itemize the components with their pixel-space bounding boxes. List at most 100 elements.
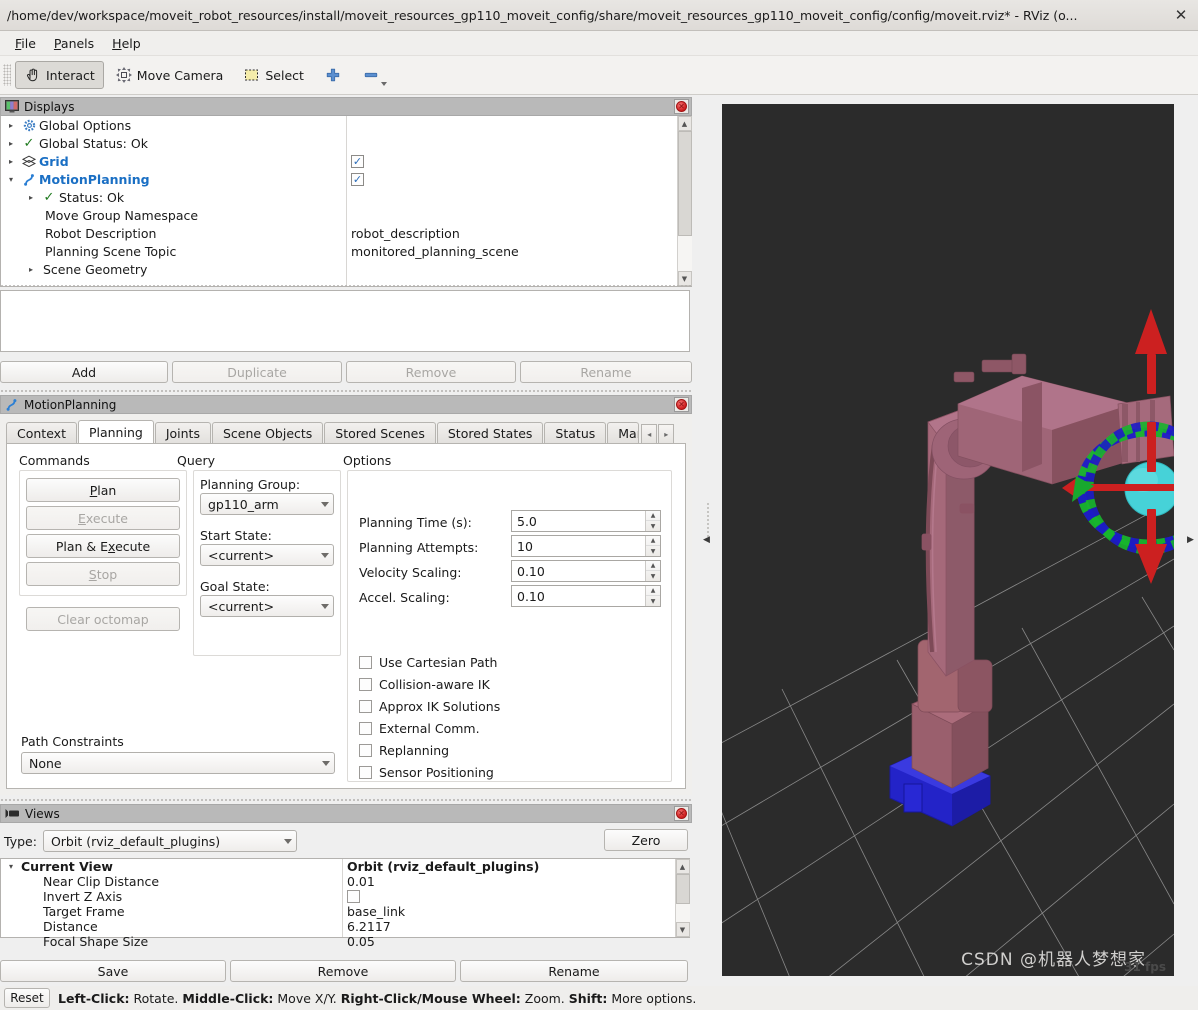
execute-button[interactable]: Execute [26, 506, 180, 530]
collapse-left-icon[interactable]: ◀ [702, 520, 711, 560]
checkbox-icon[interactable] [359, 722, 372, 735]
tab-scene-objects[interactable]: Scene Objects [211, 422, 324, 444]
views-row-focal-shape-size[interactable]: Focal Shape Size [1, 934, 342, 949]
clear-octomap-button[interactable]: Clear octomap [26, 607, 180, 631]
stop-button[interactable]: Stop [26, 562, 180, 586]
checkbox-icon[interactable] [347, 890, 360, 903]
checkbox-icon[interactable] [359, 700, 372, 713]
views-value-near-clip-distance[interactable]: 0.01 [343, 874, 689, 889]
add-button[interactable]: Add [0, 361, 168, 383]
rename-button[interactable]: Rename [520, 361, 692, 383]
spinner-down-icon[interactable]: ▼ [646, 596, 660, 606]
collision-aware-ik-checkbox-row[interactable]: Collision-aware IK [359, 677, 490, 692]
velocity-scaling-spinner[interactable]: 0.10 ▲ ▼ [511, 560, 661, 582]
display-row-motionplanning[interactable]: ▾ MotionPlanning [1, 170, 346, 188]
chevron-right-icon[interactable]: ▸ [21, 193, 41, 202]
duplicate-button[interactable]: Duplicate [172, 361, 342, 383]
scroll-up-icon[interactable]: ▲ [675, 859, 690, 874]
views-close-button[interactable]: ✕ [674, 806, 689, 821]
displays-scrollbar[interactable]: ▲ ▼ [677, 116, 692, 286]
chevron-down-icon[interactable]: ▾ [1, 862, 21, 871]
checkbox-icon[interactable] [359, 656, 372, 669]
planning-group-select[interactable]: gp110_arm [200, 493, 334, 515]
display-row-robot-description[interactable]: Robot Description [1, 224, 346, 242]
zero-button[interactable]: Zero [604, 829, 688, 851]
plan-button[interactable]: Plan [26, 478, 180, 502]
3d-render-view[interactable]: CSDN @机器人梦想家 31 fps [722, 104, 1174, 976]
display-value-motionplanning-enabled[interactable]: ✓ [347, 170, 691, 188]
sensor-positioning-checkbox-row[interactable]: Sensor Positioning [359, 765, 494, 780]
views-row-distance[interactable]: Distance [1, 919, 342, 934]
views-row-target-frame[interactable]: Target Frame [1, 904, 342, 919]
tool-interact[interactable]: Interact [15, 61, 104, 89]
tool-remove-dropdown[interactable] [353, 61, 389, 89]
views-remove-button[interactable]: Remove [230, 960, 456, 982]
display-row-move-group-namespace[interactable]: Move Group Namespace [1, 206, 346, 224]
accel-scaling-spinner[interactable]: 0.10 ▲ ▼ [511, 585, 661, 607]
tab-stored-states[interactable]: Stored States [436, 422, 544, 444]
toolbar-drag-handle[interactable] [3, 64, 11, 86]
scrollbar-thumb[interactable] [675, 874, 690, 904]
scroll-down-icon[interactable]: ▼ [675, 922, 690, 937]
start-state-select[interactable]: <current> [200, 544, 334, 566]
checkbox-checked-icon[interactable]: ✓ [351, 154, 364, 168]
spinner-buttons[interactable]: ▲ ▼ [645, 561, 660, 581]
planning-time-spinner[interactable]: 5.0 ▲ ▼ [511, 510, 661, 532]
display-value-move-group-namespace[interactable] [347, 206, 691, 224]
views-rename-button[interactable]: Rename [460, 960, 688, 982]
views-value-distance[interactable]: 6.2117 [343, 919, 689, 934]
spinner-buttons[interactable]: ▲ ▼ [645, 511, 660, 531]
tab-status[interactable]: Status [544, 422, 607, 444]
checkbox-icon[interactable] [359, 678, 372, 691]
tab-joints[interactable]: Joints [154, 422, 211, 444]
menu-file[interactable]: File [6, 33, 45, 54]
motionplanning-splitter[interactable] [0, 388, 692, 394]
goal-state-select[interactable]: <current> [200, 595, 334, 617]
tool-add[interactable] [315, 61, 351, 89]
display-property-editor[interactable] [0, 290, 690, 352]
menu-help[interactable]: Help [103, 33, 150, 54]
spinner-up-icon[interactable]: ▲ [646, 561, 660, 571]
tab-scroll-right-button[interactable]: ▸ [658, 424, 675, 444]
displays-tree[interactable]: ▸ Global Options ▸ ✓ Global Status: Ok ▸… [0, 116, 692, 287]
planning-attempts-spinner[interactable]: 10 ▲ ▼ [511, 535, 661, 557]
scroll-up-icon[interactable]: ▲ [677, 116, 692, 131]
views-row-invert-z-axis[interactable]: Invert Z Axis [1, 889, 342, 904]
menu-panels[interactable]: Panels [45, 33, 103, 54]
views-row-near-clip-distance[interactable]: Near Clip Distance [1, 874, 342, 889]
reset-button[interactable]: Reset [4, 988, 50, 1008]
chevron-down-icon[interactable]: ▾ [1, 175, 21, 184]
spinner-down-icon[interactable]: ▼ [646, 521, 660, 531]
tab-manipulation[interactable]: Manip [607, 422, 640, 444]
scrollbar-track[interactable] [677, 131, 692, 271]
views-value-focal-shape-size[interactable]: 0.05 [343, 934, 689, 949]
use-cartesian-path-checkbox-row[interactable]: Use Cartesian Path [359, 655, 497, 670]
checkbox-checked-icon[interactable]: ✓ [351, 172, 364, 186]
spinner-up-icon[interactable]: ▲ [646, 536, 660, 546]
checkbox-icon[interactable] [359, 744, 372, 757]
display-row-scene-geometry[interactable]: ▸ Scene Geometry [1, 260, 346, 278]
views-value-target-frame[interactable]: base_link [343, 904, 689, 919]
display-row-global-options[interactable]: ▸ Global Options [1, 116, 346, 134]
views-row-current-view[interactable]: ▾ Current View [1, 859, 342, 874]
views-type-select[interactable]: Orbit (rviz_default_plugins) [42, 830, 297, 852]
remove-button[interactable]: Remove [346, 361, 516, 383]
save-button[interactable]: Save [0, 960, 226, 982]
path-constraints-select[interactable]: None [21, 752, 335, 774]
spinner-up-icon[interactable]: ▲ [646, 511, 660, 521]
window-close-button[interactable]: ✕ [1164, 0, 1198, 30]
chevron-right-icon[interactable]: ▸ [1, 139, 21, 148]
plan-and-execute-button[interactable]: Plan & Execute [26, 534, 180, 558]
display-row-global-status[interactable]: ▸ ✓ Global Status: Ok [1, 134, 346, 152]
display-row-planning-scene-topic[interactable]: Planning Scene Topic [1, 242, 346, 260]
scrollbar-track[interactable] [675, 874, 690, 922]
replanning-checkbox-row[interactable]: Replanning [359, 743, 449, 758]
spinner-buttons[interactable]: ▲ ▼ [645, 536, 660, 556]
tool-select[interactable]: Select [234, 61, 313, 89]
views-tree[interactable]: ▾ Current View Near Clip Distance Invert… [0, 858, 690, 949]
display-value-robot-description[interactable]: robot_description [347, 224, 691, 242]
tab-scroll-left-button[interactable]: ◂ [641, 424, 658, 444]
tab-planning[interactable]: Planning [77, 420, 154, 444]
spinner-down-icon[interactable]: ▼ [646, 546, 660, 556]
scrollbar-thumb[interactable] [677, 131, 692, 236]
